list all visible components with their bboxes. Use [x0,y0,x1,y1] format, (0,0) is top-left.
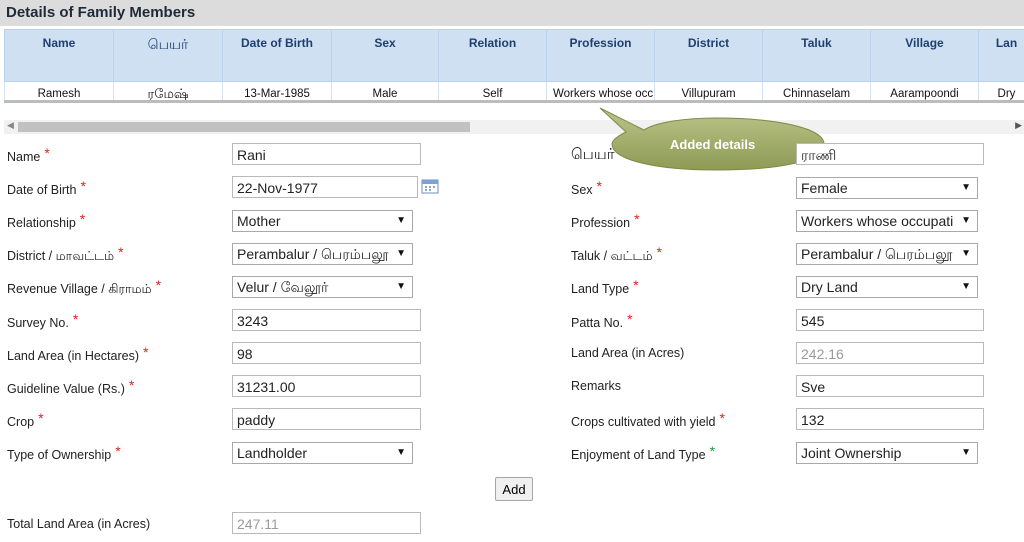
family-members-table: Name பெயர் Date of Birth Sex Relation Pr… [4,29,1024,101]
land-type-select[interactable]: Dry Land ▼ [796,276,978,298]
column-header-tamil-name: பெயர் [113,29,223,82]
chevron-down-icon: ▼ [396,215,406,226]
table-header-row: Name பெயர் Date of Birth Sex Relation Pr… [4,29,1024,82]
chevron-down-icon: ▼ [961,182,971,193]
label-total-land-area: Total Land Area (in Acres) [7,517,151,531]
cell-tamil-name: ரமேஷ் [113,81,223,101]
name-input[interactable]: Rani [232,143,421,165]
sex-select[interactable]: Female ▼ [796,177,978,199]
cell-district: Villupuram [654,81,763,101]
label-land-area-acres: Land Area (in Acres) [571,346,685,360]
column-header-sex: Sex [331,29,439,82]
calendar-icon[interactable] [421,178,439,194]
label-crops-yield: Crops cultivated with yield * [571,410,725,429]
cell-sex: Male [331,81,439,101]
crops-yield-input[interactable]: 132 [796,408,984,430]
label-enjoyment: Enjoyment of Land Type * [571,443,716,462]
label-relationship: Relationship * [7,211,86,230]
survey-no-input[interactable]: 3243 [232,309,421,331]
chevron-down-icon: ▼ [961,447,971,458]
label-survey-no: Survey No. * [7,311,79,330]
column-header-taluk: Taluk [762,29,871,82]
label-tamil-name: பெயர் [571,146,615,163]
label-land-type: Land Type * [571,277,639,296]
label-sex: Sex * [571,178,602,197]
label-profession: Profession * [571,211,640,230]
land-area-hectares-input[interactable]: 98 [232,342,421,364]
profession-select[interactable]: Workers whose occupati ▼ [796,210,978,232]
chevron-down-icon: ▼ [396,248,406,259]
label-crop: Crop * [7,410,44,429]
guideline-value-input[interactable]: 31231.00 [232,375,421,397]
land-area-acres-input: 242.16 [796,342,984,364]
label-remarks: Remarks [571,379,622,393]
relationship-select[interactable]: Mother ▼ [232,210,413,232]
chevron-down-icon: ▼ [396,281,406,292]
chevron-down-icon: ▼ [961,281,971,292]
table-bottom-border [4,100,1024,103]
tamil-name-input[interactable]: ராணி [796,143,984,165]
column-header-land: Lan [978,29,1024,82]
dob-input[interactable]: 22-Nov-1977 [232,176,418,198]
cell-village: Aarampoondi [870,81,979,101]
family-members-table-container: Name பெயர் Date of Birth Sex Relation Pr… [4,29,1024,101]
chevron-down-icon: ▼ [396,447,406,458]
cell-relation: Self [438,81,547,101]
scroll-right-arrow-icon[interactable]: ▶ [1015,120,1022,131]
column-header-district: District [654,29,763,82]
horizontal-scrollbar[interactable]: ◀ ▶ [4,120,1024,134]
section-header: Details of Family Members [0,0,1024,26]
column-header-dob: Date of Birth [222,29,332,82]
taluk-select[interactable]: Perambalur / பெரம்பலூ ▼ [796,243,978,265]
cell-profession: Workers whose occ [546,81,655,101]
label-village: Revenue Village / கிராமம் * [7,277,162,296]
label-guideline-value: Guideline Value (Rs.) * [7,377,135,396]
column-header-profession: Profession [546,29,655,82]
column-header-name: Name [4,29,114,82]
district-select[interactable]: Perambalur / பெரம்பலூ ▼ [232,243,413,265]
label-ownership-type: Type of Ownership * [7,443,121,462]
chevron-down-icon: ▼ [961,248,971,259]
scroll-left-arrow-icon[interactable]: ◀ [7,120,14,131]
ownership-type-select[interactable]: Landholder ▼ [232,442,413,464]
patta-no-input[interactable]: 545 [796,309,984,331]
chevron-down-icon: ▼ [961,215,971,226]
cell-dob: 13-Mar-1985 [222,81,332,101]
section-title: Details of Family Members [6,4,196,21]
add-button[interactable]: Add [495,477,533,501]
label-land-area-hectares: Land Area (in Hectares) * [7,344,149,363]
callout-text: Added details [670,137,756,152]
table-row[interactable]: Ramesh ரமேஷ் 13-Mar-1985 Male Self Worke… [4,81,1024,101]
label-district: District / மாவட்டம் * [7,244,124,263]
column-header-village: Village [870,29,979,82]
scrollbar-thumb[interactable] [18,122,470,132]
total-land-area-input: 247.11 [232,512,421,534]
label-name: Name * [7,145,50,164]
cell-name: Ramesh [4,81,114,101]
village-select[interactable]: Velur / வேலூர் ▼ [232,276,413,298]
remarks-input[interactable]: Sve [796,375,984,397]
column-header-relation: Relation [438,29,547,82]
cell-taluk: Chinnaselam [762,81,871,101]
label-taluk: Taluk / வட்டம் * [571,244,662,263]
label-patta-no: Patta No. * [571,311,633,330]
cell-land: Dry [978,81,1024,101]
enjoyment-select[interactable]: Joint Ownership ▼ [796,442,978,464]
crop-input[interactable]: paddy [232,408,421,430]
label-dob: Date of Birth * [7,178,86,197]
